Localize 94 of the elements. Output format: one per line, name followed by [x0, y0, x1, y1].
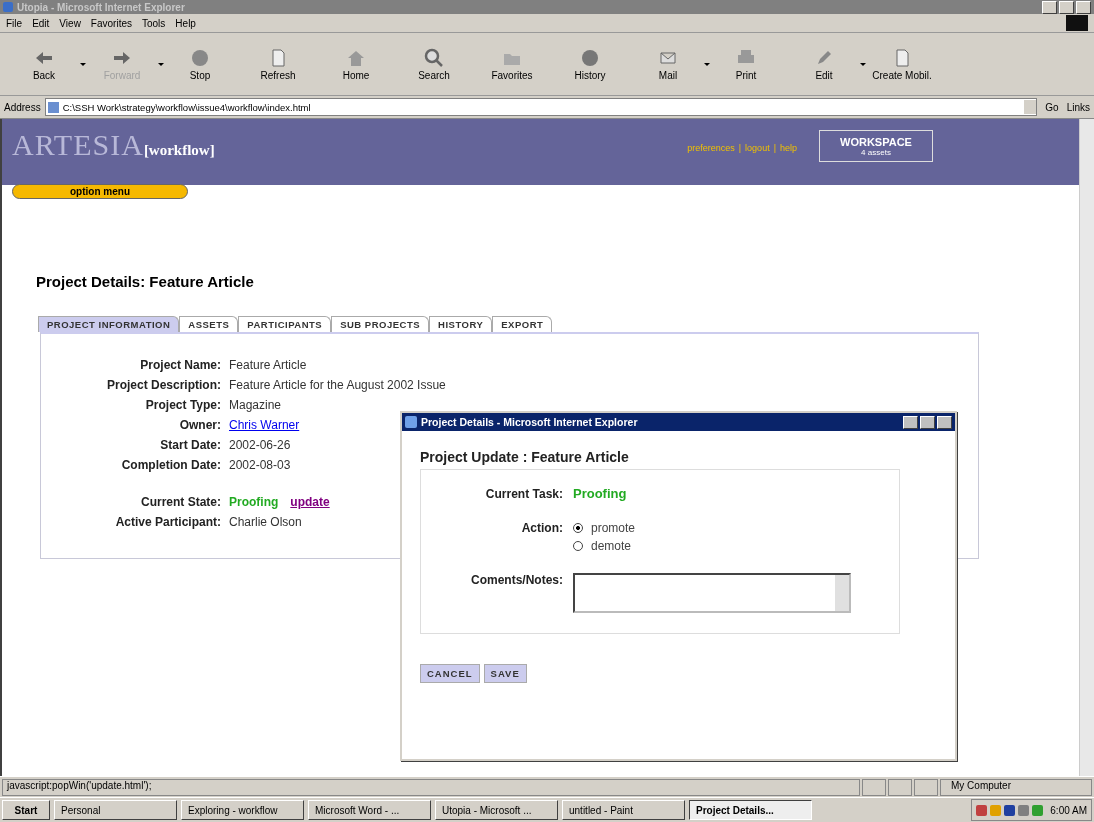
- toolbar-button[interactable]: Refresh: [246, 47, 310, 81]
- toolbar-button[interactable]: History: [558, 47, 622, 81]
- dropdown-arrow-icon[interactable]: [860, 62, 866, 66]
- start-button[interactable]: Start: [2, 800, 50, 820]
- field-value: Charlie Olson: [229, 515, 302, 530]
- field-label: Project Name:: [140, 358, 221, 373]
- dialog-button[interactable]: SAVE: [483, 664, 527, 683]
- tab[interactable]: SUB PROJECTS: [331, 316, 430, 332]
- close-button[interactable]: [1076, 0, 1091, 14]
- tab[interactable]: PROJECT INFORMATION: [38, 316, 180, 332]
- field-value: 2002-06-26: [229, 438, 291, 452]
- address-field[interactable]: C:\SSH Work\strategy\workflow\issue4\workflow\index.html: [44, 98, 1038, 116]
- workspace-box[interactable]: WORKSPACE 4 assets: [819, 130, 933, 162]
- field-label: Current Task:: [484, 486, 563, 501]
- popup-heading: Project Update : Feature Article: [420, 449, 630, 465]
- menu-item[interactable]: Tools: [142, 17, 166, 29]
- taskbar-button[interactable]: Utopia - Microsoft ...: [435, 800, 558, 820]
- task-value: Proofing: [573, 486, 627, 501]
- logo-subtitle: [workflow]: [143, 142, 215, 159]
- field-value: Feature Article for the August 2002 Issue: [229, 378, 446, 392]
- field-label: Action:: [520, 521, 563, 535]
- status-panel: [888, 778, 912, 796]
- state-value: Proofing: [229, 495, 279, 509]
- toolbar-button[interactable]: Edit: [792, 47, 856, 81]
- magnifier-icon: [424, 47, 444, 68]
- tray-icon[interactable]: [976, 804, 988, 816]
- field-label: Current State:: [141, 495, 221, 510]
- menu-item[interactable]: View: [59, 17, 81, 29]
- toolbar-button[interactable]: Favorites: [480, 47, 544, 81]
- minimize-button[interactable]: [903, 415, 918, 429]
- tray-icon[interactable]: [1004, 804, 1016, 816]
- toolbar-button[interactable]: Mail: [636, 47, 700, 81]
- link-separator: |: [738, 143, 742, 153]
- taskbar-button[interactable]: Project Details...: [689, 800, 812, 820]
- field-label: Active Participant:: [115, 515, 221, 530]
- field-label: Start Date:: [160, 438, 221, 453]
- taskbar-button[interactable]: Personal: [54, 800, 177, 820]
- dialog-button[interactable]: CANCEL: [420, 664, 480, 683]
- taskbar-button[interactable]: untitled - Paint: [562, 800, 685, 820]
- browser-logo-icon: [405, 416, 417, 428]
- logo-text: ARTESIA: [12, 128, 144, 162]
- radio-button[interactable]: [573, 541, 583, 551]
- field-value: Magazine: [229, 398, 282, 412]
- radio-label: demote: [591, 539, 632, 553]
- status-panel: [862, 778, 886, 796]
- close-button[interactable]: [937, 415, 952, 429]
- maximize-button[interactable]: [1059, 0, 1074, 14]
- tab[interactable]: PARTICIPANTS: [238, 316, 332, 332]
- field-label: Project Description:: [106, 378, 221, 393]
- tab[interactable]: EXPORT: [492, 316, 553, 332]
- dropdown-arrow-icon[interactable]: [704, 62, 710, 66]
- toolbar-button[interactable]: Print: [714, 47, 778, 81]
- update-link[interactable]: update: [290, 495, 330, 509]
- address-label: Address: [4, 101, 41, 113]
- menu-item[interactable]: Favorites: [90, 17, 132, 29]
- window-title: Utopia - Microsoft Internet Explorer: [17, 1, 185, 13]
- go-button[interactable]: Go: [1041, 101, 1063, 113]
- option-menu-button[interactable]: option menu: [12, 184, 188, 199]
- field-label: Coments/Notes:: [470, 573, 563, 587]
- field-value: 2002-08-03: [229, 458, 291, 472]
- zone-indicator: My Computer: [940, 778, 1092, 796]
- notes-field[interactable]: [573, 573, 851, 613]
- field-value: Feature Article: [229, 358, 307, 372]
- menu-item[interactable]: Edit: [32, 17, 50, 29]
- links-label[interactable]: Links: [1066, 101, 1090, 113]
- minimize-button[interactable]: [1042, 0, 1057, 14]
- toolbar-button[interactable]: Search: [402, 47, 466, 81]
- field-label: Completion Date:: [121, 458, 221, 473]
- toolbar-button[interactable]: Back: [12, 47, 76, 81]
- menu-item[interactable]: File: [6, 17, 23, 29]
- scrollbar[interactable]: [1079, 119, 1094, 776]
- radio-button[interactable]: [573, 523, 583, 533]
- clock: 6:00 AM: [1050, 804, 1087, 816]
- dropdown-arrow-icon[interactable]: [80, 62, 86, 66]
- menu-item[interactable]: Help: [175, 17, 196, 29]
- tab[interactable]: HISTORY: [429, 316, 493, 332]
- owner-link[interactable]: Chris Warner: [229, 418, 300, 432]
- tab[interactable]: ASSETS: [179, 316, 239, 332]
- tray-icon[interactable]: [1018, 804, 1030, 816]
- toolbar-button[interactable]: Home: [324, 47, 388, 81]
- toolbar-button[interactable]: Create Mobil.: [870, 47, 934, 81]
- status-panel: [914, 778, 938, 796]
- maximize-button[interactable]: [920, 415, 935, 429]
- link-separator: |: [773, 143, 776, 153]
- taskbar-button[interactable]: Exploring - workflow: [181, 800, 304, 820]
- toolbar-button[interactable]: Stop: [168, 47, 232, 81]
- taskbar-button[interactable]: Microsoft Word - ...: [308, 800, 431, 820]
- page-title: Project Details: Feature Article: [36, 273, 255, 290]
- browser-logo-icon: [3, 2, 13, 12]
- field-label: Owner:: [179, 418, 221, 433]
- status-text: javascript:popWin('update.html');: [2, 778, 860, 796]
- radio-label: promote: [591, 521, 636, 535]
- field-label: Project Type:: [145, 398, 221, 413]
- popup-title: Project Details - Microsoft Internet Explorer: [421, 416, 638, 428]
